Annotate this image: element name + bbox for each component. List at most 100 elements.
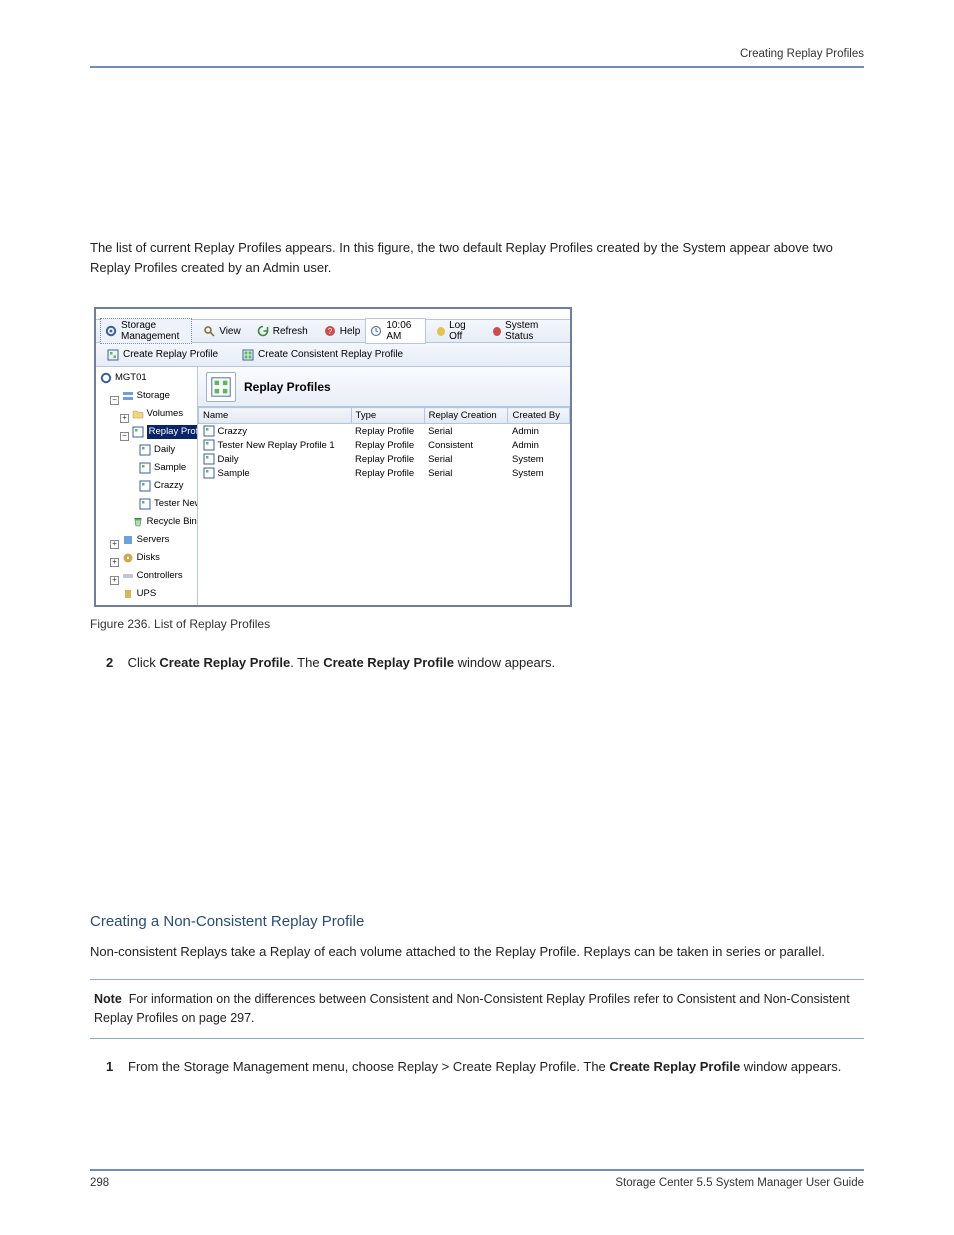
col-created-by[interactable]: Created By	[508, 408, 570, 424]
procedure-step-1: 1 From the Storage Management menu, choo…	[106, 1057, 864, 1077]
row-type: Replay Profile	[351, 466, 424, 480]
tree-storage-label: Storage	[137, 389, 170, 403]
storage-icon	[122, 390, 134, 402]
gear-icon	[100, 372, 112, 384]
subsection-paragraph: Non-consistent Replays take a Replay of …	[90, 942, 864, 962]
gear-icon	[105, 325, 117, 337]
note-text: For information on the differences betwe…	[94, 992, 850, 1025]
step-bold-1: Create Replay Profile	[159, 655, 290, 670]
subsection-heading: Creating a Non-Consistent Replay Profile	[90, 913, 864, 930]
replay-profiles-table[interactable]: Name Type Replay Creation Created By Cra…	[198, 407, 570, 480]
tree-controllers[interactable]: Controllers	[122, 569, 183, 583]
tree-replay-profiles[interactable]: Replay Profiles	[132, 425, 198, 439]
replay-profile-icon	[139, 462, 151, 474]
section-title: Creating Replay Profiles	[90, 48, 864, 60]
tree-rp-child[interactable]: Tester New	[139, 497, 198, 511]
col-replay-creation[interactable]: Replay Creation	[424, 408, 508, 424]
folder-icon	[132, 408, 144, 420]
page-number: 298	[90, 1177, 109, 1189]
svg-text:?: ?	[328, 327, 333, 336]
table-row[interactable]: DailyReplay ProfileSerialSystem	[199, 452, 570, 466]
expand-toggle[interactable]: −	[110, 396, 119, 405]
expand-toggle[interactable]: +	[110, 558, 119, 567]
help-label: Help	[340, 326, 361, 337]
step-text-a: Click	[128, 655, 160, 670]
tree-panel[interactable]: MGT01 − Storage +	[96, 367, 198, 605]
expand-toggle[interactable]: +	[110, 540, 119, 549]
row-type: Replay Profile	[351, 452, 424, 466]
system-status-button[interactable]: System Status	[488, 318, 566, 344]
step1-bold: Create Replay Profile	[609, 1059, 740, 1074]
row-name: Crazzy	[218, 426, 248, 437]
tree-rp-child[interactable]: Daily	[139, 443, 175, 457]
disk-icon	[122, 552, 134, 564]
tree-ups-label: UPS	[137, 587, 157, 601]
tree-rp-child-label: Sample	[154, 461, 186, 475]
recycle-icon	[132, 516, 144, 528]
tree-storage[interactable]: Storage	[122, 389, 170, 403]
row-type: Replay Profile	[351, 438, 424, 452]
step1-tail: . The	[576, 1059, 609, 1074]
col-type[interactable]: Type	[351, 408, 424, 424]
tree-servers[interactable]: Servers	[122, 533, 170, 547]
clock-indicator: 10:06 AM	[365, 318, 426, 344]
logoff-button[interactable]: Log Off	[432, 318, 482, 344]
page-footer: 298 Storage Center 5.5 System Manager Us…	[90, 1169, 864, 1189]
note-box: Note For information on the differences …	[90, 979, 864, 1039]
replay-profile-large-icon	[206, 372, 236, 402]
tree-disks[interactable]: Disks	[122, 551, 160, 565]
create-consistent-replay-profile-button[interactable]: Create Consistent Replay Profile	[237, 347, 408, 363]
menubar: Storage Management View Refresh ?	[96, 319, 570, 343]
row-by: System	[508, 452, 570, 466]
expand-toggle[interactable]: +	[120, 414, 129, 423]
step-number: 2	[106, 653, 124, 673]
step1-menupath: Replay > Create Replay Profile	[398, 1059, 577, 1074]
storage-management-label: Storage Management	[121, 320, 187, 342]
tree-ups[interactable]: UPS	[122, 587, 157, 601]
ups-icon	[122, 588, 134, 600]
col-name[interactable]: Name	[199, 408, 352, 424]
step-text-b: . The	[290, 655, 323, 670]
tree-replay-profiles-label: Replay Profiles	[147, 425, 198, 439]
view-menu[interactable]: View	[198, 323, 246, 339]
replay-profile-icon	[107, 349, 119, 361]
replay-profile-icon	[139, 498, 151, 510]
help-icon: ?	[324, 325, 336, 337]
table-row[interactable]: SampleReplay ProfileSerialSystem	[199, 466, 570, 480]
replay-profile-icon	[203, 467, 215, 479]
status-label: System Status	[505, 320, 561, 342]
tree-rp-child[interactable]: Crazzy	[139, 479, 184, 493]
row-name: Sample	[218, 468, 250, 479]
figure-caption: Figure 236. List of Replay Profiles	[90, 617, 864, 631]
tree-servers-label: Servers	[137, 533, 170, 547]
create-replay-profile-button[interactable]: Create Replay Profile	[102, 347, 223, 363]
doc-title: Storage Center 5.5 System Manager User G…	[615, 1177, 864, 1189]
header-rule	[90, 66, 864, 68]
content-title: Replay Profiles	[244, 380, 331, 394]
row-rc: Serial	[424, 466, 508, 480]
tree-rp-child-label: Daily	[154, 443, 175, 457]
tree-rp-child-label: Crazzy	[154, 479, 184, 493]
screenshot-window: Storage Management View Refresh ?	[94, 307, 572, 607]
table-row[interactable]: CrazzyReplay ProfileSerialAdmin	[199, 424, 570, 439]
help-button[interactable]: ? Help	[319, 323, 366, 339]
controller-icon	[122, 570, 134, 582]
intro-paragraph: The list of current Replay Profiles appe…	[90, 238, 864, 277]
logoff-dot-icon	[437, 327, 445, 336]
storage-management-menu[interactable]: Storage Management	[100, 318, 192, 344]
replay-profile-icon	[139, 444, 151, 456]
tree-recycle-bin[interactable]: Recycle Bin	[132, 515, 197, 529]
content-panel: Replay Profiles Name Type Replay Creatio…	[198, 367, 570, 605]
consistent-replay-profile-icon	[242, 349, 254, 361]
table-row[interactable]: Tester New Replay Profile 1Replay Profil…	[199, 438, 570, 452]
tree-root[interactable]: MGT01	[100, 371, 147, 385]
tree-rp-child[interactable]: Sample	[139, 461, 186, 475]
tree-recycle-label: Recycle Bin	[147, 515, 197, 529]
replay-profile-icon	[139, 480, 151, 492]
replay-profile-icon	[203, 425, 215, 437]
refresh-button[interactable]: Refresh	[252, 323, 313, 339]
tree-volumes[interactable]: Volumes	[132, 407, 183, 421]
expand-toggle[interactable]: −	[120, 432, 129, 441]
create-consistent-replay-profile-label: Create Consistent Replay Profile	[258, 349, 403, 360]
expand-toggle[interactable]: +	[110, 576, 119, 585]
